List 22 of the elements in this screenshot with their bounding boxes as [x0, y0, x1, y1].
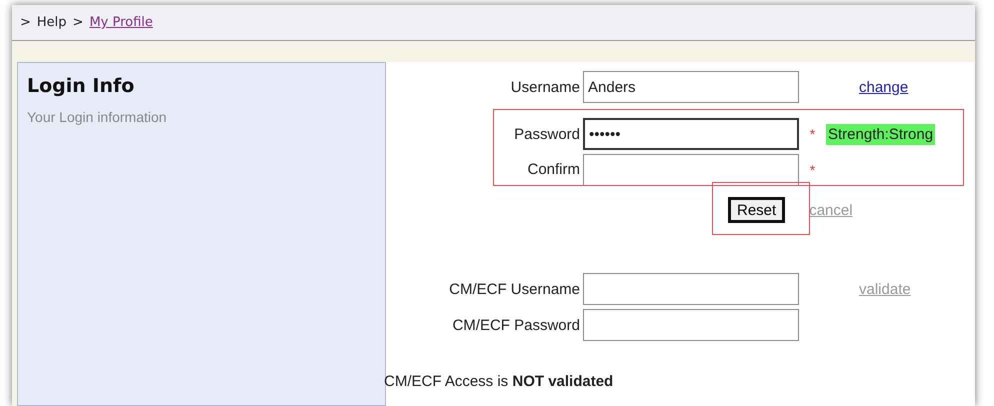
input-field[interactable]	[583, 273, 799, 305]
action-link[interactable]: change	[859, 78, 908, 96]
required-marker: *	[808, 162, 816, 178]
required-marker: *	[808, 126, 816, 142]
field-label: CM/ECF Username	[448, 280, 581, 298]
panel-title: Login Info	[27, 75, 136, 97]
reset-button[interactable]: Reset	[728, 197, 786, 223]
breadcrumb-separator: >	[20, 15, 31, 30]
input-field[interactable]	[583, 154, 799, 186]
field-label: Password	[513, 126, 581, 142]
input-field[interactable]: Anders	[583, 71, 799, 103]
panel-subtitle: Your Login information	[27, 109, 168, 125]
status-text: CM/ECF Access is NOT validated	[384, 373, 614, 390]
breadcrumb-link[interactable]: My Profile	[89, 15, 153, 30]
strength-indicator: Strength:Strong	[826, 124, 936, 144]
breadcrumb-item: Help	[36, 15, 67, 30]
input-field[interactable]	[583, 309, 799, 341]
input-field[interactable]: ••••••	[583, 118, 799, 150]
field-label: Username	[510, 78, 581, 96]
breadcrumb-separator: >	[72, 15, 84, 30]
field-label: CM/ECF Password	[451, 316, 581, 334]
field-label: Confirm	[526, 161, 581, 178]
